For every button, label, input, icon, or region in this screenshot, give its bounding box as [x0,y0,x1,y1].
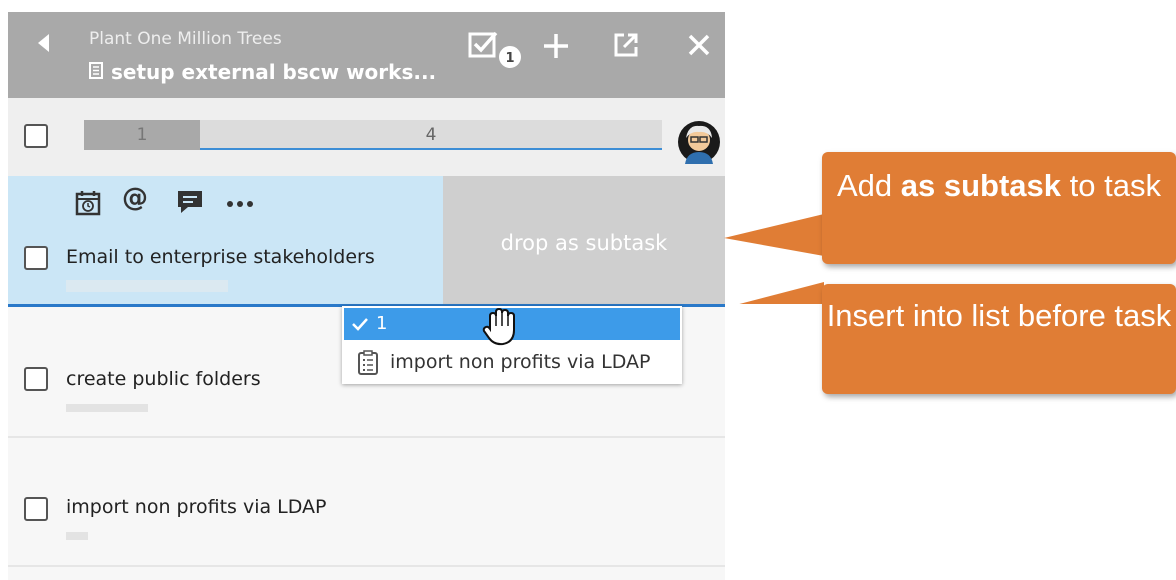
popup-selected-label: 1 [376,313,388,334]
avatar[interactable] [677,120,721,164]
close-icon[interactable] [688,34,710,56]
task-title-text: setup external bscw works... [111,60,437,84]
panel-header: Plant One Million Trees setup external b… [8,12,725,98]
callout-text-post: to task [1061,168,1161,203]
insert-callout: Insert into list before task [822,284,1176,394]
callout-text-bold: as subtask [900,168,1062,203]
callout-pointer [724,214,824,304]
task-label: import non profits via LDAP [66,496,327,518]
mention-icon[interactable]: @ [122,183,148,213]
task-checkbox[interactable] [24,246,48,270]
task-panel: Plant One Million Trees setup external b… [8,12,725,580]
popup-item[interactable]: import non profits via LDAP [344,344,680,380]
checklist-doc-icon [89,60,103,84]
progress-placeholder [66,280,228,292]
grab-hand-cursor-icon [480,304,520,348]
more-options-icon[interactable] [224,190,258,218]
popup-item-label: import non profits via LDAP [390,351,651,373]
progress-row: 1 4 [8,98,725,176]
progress-placeholder [66,532,88,540]
project-title[interactable]: Plant One Million Trees [89,29,282,49]
row-divider [8,436,725,438]
callout-text-pre: Add [837,168,901,203]
drop-as-subtask-zone[interactable]: drop as subtask [443,176,725,304]
progress-placeholder [66,404,148,412]
task-title: setup external bscw works... [89,60,436,84]
task-checkbox[interactable] [24,497,48,521]
due-date-icon[interactable] [74,190,102,220]
progress-done-segment: 1 [84,120,200,150]
open-external-icon[interactable] [613,32,639,58]
subtask-count-badge: 1 [497,44,523,70]
progress-remaining-segment: 4 [200,120,662,150]
plus-icon[interactable] [542,32,570,60]
subtask-callout: Add as subtask to task [822,152,1176,264]
task-checkbox[interactable] [24,367,48,391]
task-label: Email to enterprise stakeholders [66,246,375,268]
dragged-task-row[interactable]: @ Email to enterprise stakeholders [8,176,443,304]
row-divider [8,565,725,567]
comment-icon[interactable] [176,189,204,219]
checklist-doc-icon [356,350,380,388]
task-label: create public folders [66,368,261,390]
back-arrow-icon[interactable] [38,34,49,52]
complete-all-checkbox[interactable] [24,124,48,148]
